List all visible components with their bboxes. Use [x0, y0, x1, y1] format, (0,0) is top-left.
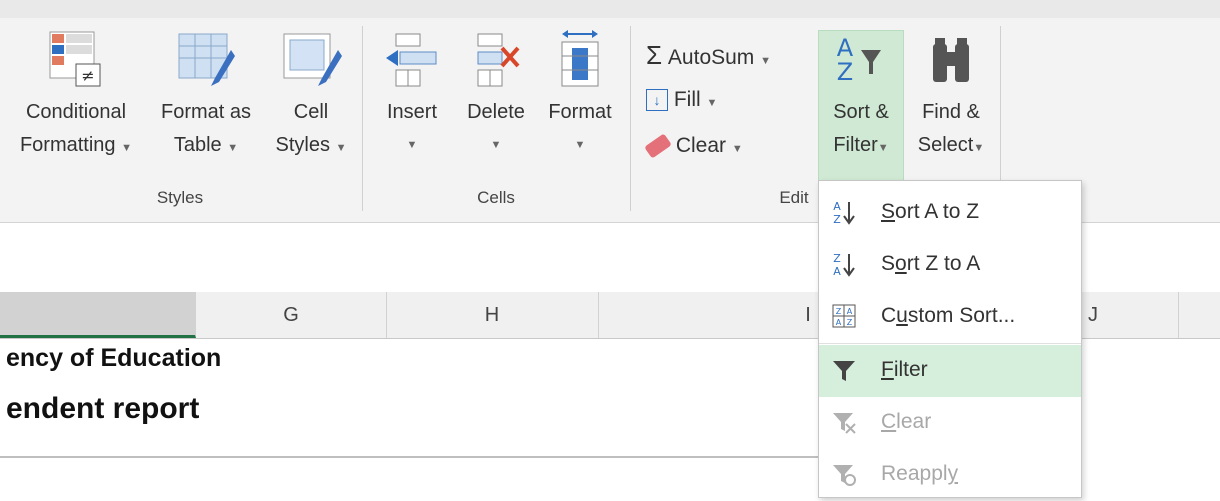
format-as-table-label-2: Table	[173, 134, 222, 156]
format-as-table-button[interactable]: Format as Table ▼	[148, 26, 264, 165]
chevron-down-icon: ▼	[574, 139, 586, 151]
menu-item-sort-z-to-a[interactable]: Z A Sort Z to A	[819, 239, 1081, 291]
chevron-down-icon: ▼	[335, 142, 347, 154]
sort-filter-icon: A Z	[837, 34, 881, 86]
chevron-down-icon: ▼	[877, 142, 889, 154]
column-header-h[interactable]: H	[386, 292, 599, 338]
chevron-down-icon: ▼	[731, 143, 743, 155]
sort-filter-label-2: Filter	[833, 134, 878, 156]
sort-a-to-z-icon: A Z	[833, 200, 855, 225]
editing-group-label: Edit	[779, 188, 809, 207]
cell-styles-label: Cell	[293, 101, 329, 123]
custom-sort-icon: Z A A Z	[832, 304, 856, 328]
fill-button[interactable]: ↓ Fill ▼	[646, 88, 717, 112]
cell-agency-title[interactable]: ency of Education	[6, 344, 221, 373]
find-select-button[interactable]: Find & Select▼	[904, 30, 998, 165]
delete-cells-button[interactable]: Delete ▼	[455, 26, 537, 162]
column-header-g[interactable]: G	[196, 292, 387, 338]
cell-styles-icon	[283, 33, 342, 86]
svg-text:A: A	[833, 265, 841, 277]
cell-styles-button[interactable]: Cell Styles ▼	[264, 26, 358, 165]
filter-icon	[833, 361, 855, 381]
row-divider	[0, 456, 820, 458]
conditional-formatting-label: Conditional	[25, 101, 127, 123]
insert-cells-label: Insert	[386, 101, 438, 123]
format-cells-icon	[561, 30, 599, 87]
styles-group-label: Styles	[156, 188, 204, 207]
svg-text:A: A	[833, 200, 841, 213]
cells-group-label: Cells	[477, 188, 515, 207]
menu-separator	[819, 343, 1081, 344]
menu-mnemonic: o	[895, 252, 907, 275]
chevron-down-icon: ▼	[406, 139, 418, 151]
sort-filter-button-content[interactable]: A Z Sort & Filter▼	[818, 30, 904, 165]
find-select-label: Find &	[922, 101, 980, 123]
svg-text:Z: Z	[833, 213, 841, 225]
chevron-down-icon: ▼	[490, 139, 502, 151]
menu-item-label: Reappl	[881, 462, 948, 485]
format-as-table-icon	[178, 33, 235, 86]
clear-label: Clear	[675, 134, 727, 157]
ribbon-tab-strip	[0, 0, 1220, 18]
sigma-icon: Σ	[646, 40, 663, 70]
sort-z-to-a-icon: Z A	[833, 252, 855, 277]
menu-item-label: C	[881, 304, 897, 327]
sort-filter-label: Sort &	[833, 101, 889, 123]
format-cells-button[interactable]: Format ▼	[538, 26, 622, 162]
menu-mnemonic: F	[881, 358, 894, 381]
chevron-down-icon: ▼	[760, 55, 772, 67]
group-divider	[362, 26, 363, 211]
fill-down-icon: ↓	[646, 89, 668, 112]
group-divider	[630, 26, 631, 211]
menu-item-sort-a-to-z[interactable]: A Z Sort A to Z	[819, 187, 1081, 239]
conditional-formatting-label-2: Formatting	[19, 134, 116, 156]
conditional-formatting-button[interactable]: ≠ Conditional Formatting ▼	[6, 26, 146, 165]
insert-cells-icon	[386, 33, 437, 87]
delete-cells-icon	[477, 33, 520, 87]
menu-item-label: lear	[896, 410, 932, 433]
menu-mnemonic: C	[881, 410, 897, 433]
menu-mnemonic: u	[896, 304, 908, 327]
format-cells-label: Format	[548, 101, 612, 123]
menu-item-custom-sort[interactable]: Z A A Z Custom Sort...	[819, 291, 1081, 343]
reapply-icon	[833, 465, 856, 486]
chevron-down-icon: ▼	[973, 142, 985, 154]
menu-item-label: stom Sort...	[907, 304, 1016, 327]
svg-text:A: A	[847, 307, 853, 316]
find-select-label-2: Select	[917, 134, 974, 156]
insert-cells-button[interactable]: Insert ▼	[372, 26, 452, 162]
chevron-down-icon: ▼	[121, 142, 133, 154]
autosum-button[interactable]: Σ AutoSum ▼	[646, 40, 771, 71]
chevron-down-icon: ▼	[706, 97, 718, 109]
fill-label: Fill	[673, 88, 701, 111]
svg-text:Z: Z	[833, 252, 841, 265]
binoculars-icon	[933, 38, 969, 82]
autosum-label: AutoSum	[667, 46, 755, 69]
menu-item-filter[interactable]: Filter	[819, 345, 1081, 397]
menu-item-reapply: Reapply	[819, 449, 1081, 501]
eraser-icon	[644, 133, 672, 160]
menu-mnemonic: y	[947, 462, 959, 485]
menu-item-label: ort A to Z	[895, 200, 980, 223]
menu-item-label: S	[881, 252, 896, 275]
svg-text:Z: Z	[847, 318, 853, 327]
delete-cells-label: Delete	[467, 101, 525, 123]
menu-mnemonic: S	[881, 200, 896, 223]
cell-report-title[interactable]: endent report	[6, 392, 199, 426]
svg-text:≠: ≠	[81, 66, 94, 85]
cell-styles-label-2: Styles	[275, 134, 330, 156]
column-header-selected[interactable]	[0, 292, 196, 338]
format-as-table-label: Format as	[160, 101, 252, 123]
clear-filter-icon	[833, 413, 856, 434]
clear-button[interactable]: Clear ▼	[644, 133, 743, 160]
menu-item-clear: Clear	[819, 397, 1081, 449]
menu-item-label: ilter	[893, 358, 928, 381]
svg-text:Z: Z	[837, 58, 853, 86]
svg-text:A: A	[836, 318, 842, 327]
svg-text:Z: Z	[836, 307, 842, 316]
conditional-formatting-icon: ≠	[49, 31, 101, 87]
menu-item-label: rt Z to A	[906, 252, 981, 275]
chevron-down-icon: ▼	[227, 142, 239, 154]
sort-filter-dropdown-menu: A Z Sort A to Z Z A Sort Z to A Z A A Z …	[818, 180, 1082, 498]
